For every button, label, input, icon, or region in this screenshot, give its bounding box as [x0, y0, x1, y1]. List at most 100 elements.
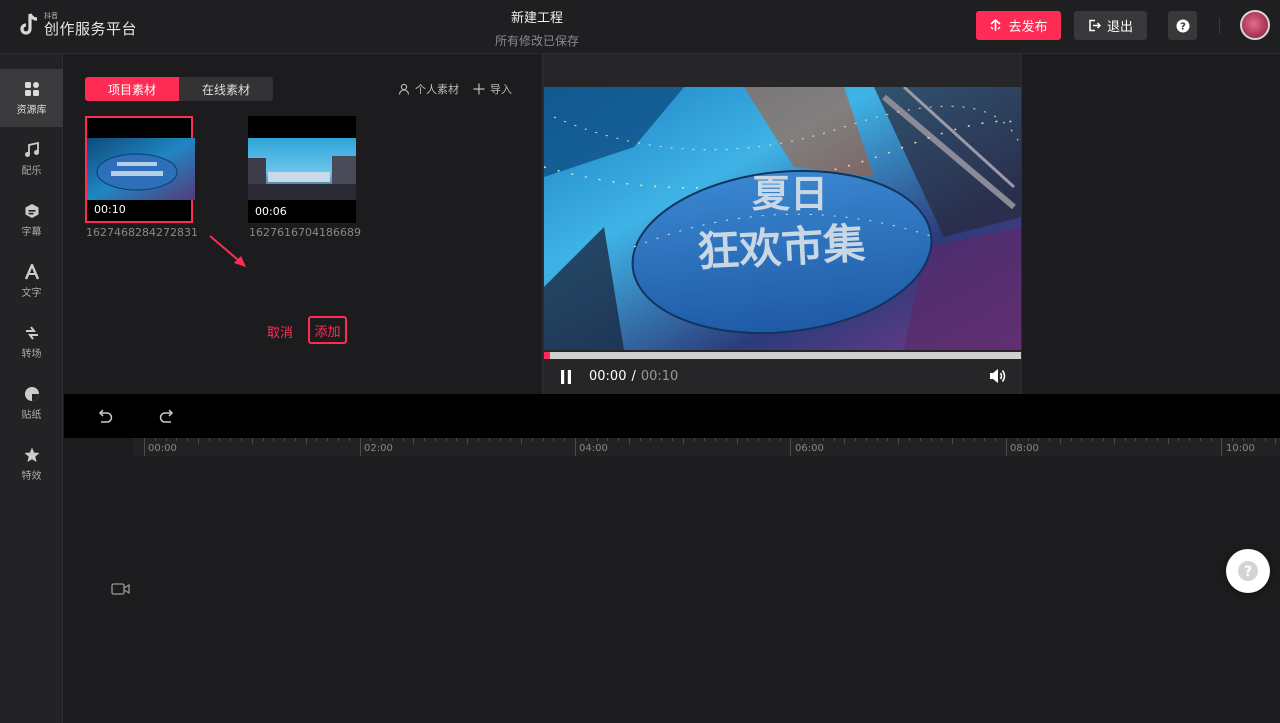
timeline-ruler[interactable]: 00:00 02:00 04:00 06:00 08:00 10:00: [133, 438, 1280, 456]
media-thumbnail[interactable]: 00:06: [248, 116, 356, 223]
sidebar-item-music[interactable]: 配乐: [0, 130, 63, 188]
ruler-tick: [984, 438, 985, 441]
video-track-icon: [111, 583, 130, 595]
sidebar-item-transition[interactable]: 转场: [0, 313, 63, 371]
import-button[interactable]: 导入: [473, 81, 512, 97]
ruler-tick-label: 06:00: [795, 443, 824, 454]
personal-media-button[interactable]: 个人素材: [398, 81, 459, 97]
panel-tools: 个人素材 导入: [398, 81, 512, 97]
ruler-tick: [316, 438, 317, 441]
timeline-tracks[interactable]: [64, 456, 1280, 723]
project-title[interactable]: 新建工程: [0, 7, 1074, 26]
sidebar-item-label: 特效: [21, 470, 42, 482]
personal-media-label: 个人素材: [415, 83, 459, 96]
ruler-tick: [1243, 438, 1244, 441]
ruler-tick: [435, 438, 436, 441]
ruler-tick: [1060, 438, 1061, 444]
sidebar-item-text[interactable]: 文字: [0, 252, 63, 310]
ruler-tick: [877, 438, 878, 441]
ruler-tick: [295, 438, 296, 441]
ruler-tick: [370, 438, 371, 441]
ruler-tick: [1103, 438, 1104, 441]
ruler-tick: [672, 438, 673, 441]
ruler-tick: [1168, 438, 1169, 444]
ruler-tick: [844, 438, 845, 444]
undo-icon[interactable]: [97, 408, 113, 423]
import-label: 导入: [490, 83, 512, 96]
svg-text:?: ?: [1244, 564, 1252, 580]
progress-fill: [544, 352, 550, 359]
ruler-tick-label: 08:00: [1010, 443, 1039, 454]
editor-app: 抖音 创作服务平台 新建工程 所有修改已保存 去发布 退出 ? 资源库 配乐 字…: [0, 0, 1280, 723]
ruler-tick: [241, 438, 242, 441]
left-sidebar: 资源库 配乐 字幕 文字 转场 贴纸 特效: [0, 54, 63, 723]
tab-project-media[interactable]: 项目素材: [85, 77, 179, 101]
ruler-tick: [198, 438, 199, 444]
text-icon: [24, 263, 39, 279]
media-thumbnail[interactable]: 00:10: [85, 116, 195, 223]
avatar[interactable]: [1240, 10, 1270, 40]
ruler-tick: [349, 438, 350, 441]
ruler-tick: [963, 438, 964, 441]
ruler-tick: [219, 438, 220, 441]
effects-icon: [24, 447, 39, 462]
ruler-tick: [392, 438, 393, 441]
header-divider: [1219, 18, 1220, 34]
ruler-tick: [284, 438, 285, 441]
ruler-tick: [1135, 438, 1136, 441]
ruler-tick: [500, 438, 501, 441]
redo-icon[interactable]: [159, 408, 175, 423]
annotation-arrow-icon: [209, 235, 246, 267]
ruler-tick-label: 02:00: [364, 443, 393, 454]
floating-help-button[interactable]: ?: [1226, 549, 1270, 593]
add-button[interactable]: 添加: [308, 316, 347, 344]
ruler-tick: [209, 438, 210, 441]
sidebar-item-sticker[interactable]: 贴纸: [0, 374, 63, 432]
video-frame[interactable]: 夏日 狂欢市集: [544, 87, 1021, 350]
ruler-tick: [263, 438, 264, 441]
ruler-tick: [1006, 438, 1007, 456]
ruler-tick: [553, 438, 554, 441]
sidebar-item-subtitle[interactable]: 字幕: [0, 191, 63, 249]
cancel-button[interactable]: 取消: [267, 322, 293, 341]
ruler-tick: [1092, 438, 1093, 441]
ruler-tick: [424, 438, 425, 441]
ruler-tick: [1017, 438, 1018, 441]
ruler-tick: [618, 438, 619, 441]
ruler-tick: [650, 438, 651, 441]
timeline-toolbar: [64, 394, 1280, 438]
sidebar-item-label: 文字: [21, 287, 42, 299]
ruler-tick: [1146, 438, 1147, 441]
exit-button[interactable]: 退出: [1074, 11, 1147, 40]
ruler-tick: [187, 438, 188, 441]
publish-button[interactable]: 去发布: [976, 11, 1061, 40]
current-time: 00:00: [589, 369, 627, 384]
media-duration: 00:10: [94, 203, 126, 216]
help-button[interactable]: ?: [1168, 11, 1197, 40]
ruler-tick: [230, 438, 231, 441]
ruler-tick: [607, 438, 608, 441]
svg-text:?: ?: [1180, 21, 1186, 32]
ruler-tick: [898, 438, 899, 444]
tab-online-media[interactable]: 在线素材: [179, 77, 273, 101]
ruler-tick: [1038, 438, 1039, 441]
ruler-tick: [737, 438, 738, 444]
ruler-tick: [1211, 438, 1212, 441]
music-note-icon: [24, 141, 39, 157]
publish-icon: [990, 19, 1002, 31]
volume-icon[interactable]: [989, 368, 1007, 384]
ruler-tick: [1049, 438, 1050, 441]
sidebar-item-effects[interactable]: 特效: [0, 435, 63, 493]
progress-bar[interactable]: [544, 352, 1021, 359]
ruler-tick: [1114, 438, 1115, 444]
ruler-tick: [273, 438, 274, 441]
video-overlay-line1: 夏日: [752, 172, 828, 216]
video-overlay-line2: 狂欢市集: [696, 219, 866, 277]
ruler-tick: [704, 438, 705, 441]
ruler-tick: [413, 438, 414, 444]
sidebar-item-resource-library[interactable]: 资源库: [0, 69, 63, 127]
pause-icon[interactable]: [559, 369, 573, 385]
ruler-tick: [306, 438, 307, 444]
ruler-tick: [338, 438, 339, 441]
ruler-tick: [176, 438, 177, 441]
